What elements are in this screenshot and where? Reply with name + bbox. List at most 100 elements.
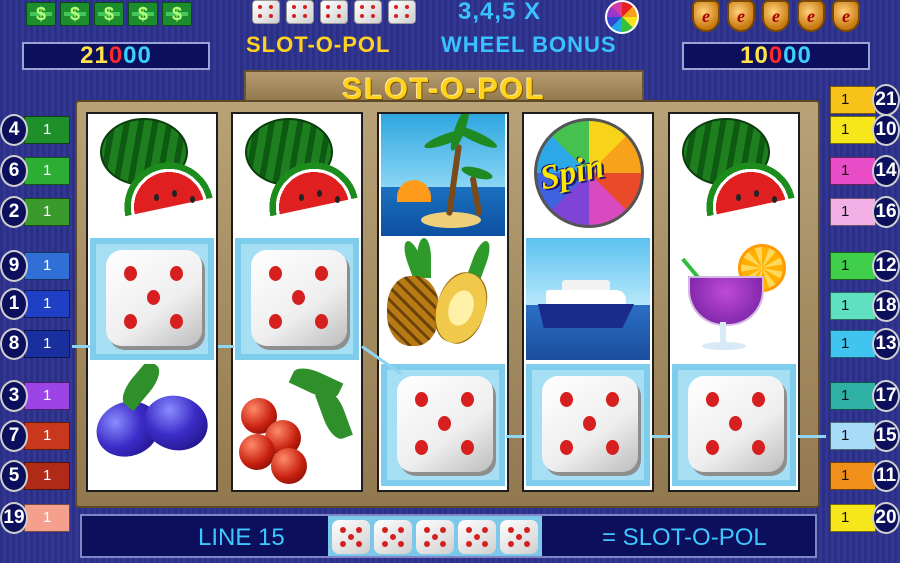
line-bet: 1 [24, 422, 70, 450]
money-icon: $ [60, 2, 90, 26]
dice-icon [332, 520, 370, 554]
money-icon: $ [26, 2, 56, 26]
line-indicator-1[interactable]: 1 1 [0, 288, 74, 320]
reel-2[interactable] [231, 112, 363, 492]
line-number: 5 [0, 460, 28, 492]
dice-icon [458, 520, 496, 554]
line-number: 6 [0, 155, 28, 187]
dice-icon [286, 0, 314, 24]
symbol-spin-wheel: Spin [526, 114, 650, 236]
line-indicator-18[interactable]: 1 18 [826, 290, 900, 322]
line-bet: 1 [24, 290, 70, 318]
line-number: 18 [872, 290, 900, 322]
money-icon: $ [162, 2, 192, 26]
bonus-shield-icon: e [832, 0, 860, 32]
line-indicator-11[interactable]: 1 11 [826, 460, 900, 492]
symbol-watermelon [235, 114, 359, 236]
reel-5[interactable] [668, 112, 800, 492]
win-label: = SLOT-O-POL [602, 524, 767, 551]
wheel-bonus-label: WHEEL BONUS [441, 32, 617, 57]
line-indicator-16[interactable]: 1 16 [826, 196, 900, 228]
symbol-dice [235, 238, 359, 360]
line-bet: 1 [830, 198, 876, 226]
line-indicator-4[interactable]: 1 4 [0, 114, 74, 146]
line-number: 10 [872, 114, 900, 146]
symbol-cruise-ship [526, 238, 650, 360]
line-bet: 1 [830, 462, 876, 490]
line-indicator-15[interactable]: 1 15 [826, 420, 900, 452]
line-indicator-17[interactable]: 1 17 [826, 380, 900, 412]
symbol-pineapple [381, 238, 505, 360]
line-indicator-13[interactable]: 1 13 [826, 328, 900, 360]
line-indicator-21[interactable]: 1 21 [826, 84, 900, 116]
multiplier-text: 3,4,5 X [458, 0, 542, 25]
line-indicator-9[interactable]: 1 9 [0, 250, 74, 282]
line-number: 13 [872, 328, 900, 360]
credit-counter: 21000 [22, 42, 210, 70]
line-number: 17 [872, 380, 900, 412]
bonus-shield-icon: e [797, 0, 825, 32]
symbol-palm-island [381, 114, 505, 236]
line-indicator-3[interactable]: 1 3 [0, 380, 74, 412]
symbol-dice [90, 238, 214, 360]
line-number: 11 [872, 460, 900, 492]
line-bet: 1 [24, 157, 70, 185]
line-bet: 1 [830, 422, 876, 450]
symbol-plum [90, 364, 214, 486]
line-number: 19 [0, 502, 28, 534]
symbol-dice [672, 364, 796, 486]
line-indicator-12[interactable]: 1 12 [826, 250, 900, 282]
line-indicator-14[interactable]: 1 14 [826, 155, 900, 187]
line-bet: 1 [830, 86, 876, 114]
money-icon: $ [94, 2, 124, 26]
line-indicator-2[interactable]: 1 2 [0, 196, 74, 228]
line-indicator-7[interactable]: 1 7 [0, 420, 74, 452]
line-number: 2 [0, 196, 28, 228]
line-bet: 1 [24, 330, 70, 358]
reel-3[interactable] [377, 112, 509, 492]
dice-icon [252, 0, 280, 24]
line-indicator-19[interactable]: 1 19 [0, 502, 74, 534]
bonus-shield-icon: e [762, 0, 790, 32]
winning-dice-strip [328, 516, 542, 556]
bonus-shield-icon: e [692, 0, 720, 32]
win-status-bar: LINE 15 = SLOT-O-POL [80, 514, 817, 558]
slot-o-pol-label: SLOT-O-POL [246, 32, 391, 57]
line-bet: 1 [24, 252, 70, 280]
dice-icon [500, 520, 538, 554]
line-number: 21 [872, 84, 900, 116]
line-indicator-8[interactable]: 1 8 [0, 328, 74, 360]
line-indicator-5[interactable]: 1 5 [0, 460, 74, 492]
dice-icon [320, 0, 348, 24]
line-indicator-6[interactable]: 1 6 [0, 155, 74, 187]
line-bet: 1 [830, 504, 876, 532]
bonus-shield-icon: e [727, 0, 755, 32]
line-bet: 1 [830, 252, 876, 280]
line-indicator-20[interactable]: 1 20 [826, 502, 900, 534]
line-number: 12 [872, 250, 900, 282]
line-bet: 1 [830, 382, 876, 410]
bet-counter: 10000 [682, 42, 870, 70]
dice-icon [354, 0, 382, 24]
dice-icon [388, 0, 416, 24]
line-number: 7 [0, 420, 28, 452]
line-bet: 1 [24, 504, 70, 532]
line-indicator-10[interactable]: 1 10 [826, 114, 900, 146]
money-icon: $ [128, 2, 158, 26]
line-number: 4 [0, 114, 28, 146]
line-bet: 1 [24, 116, 70, 144]
symbol-dice [381, 364, 505, 486]
line-bet: 1 [830, 116, 876, 144]
line-bet: 1 [830, 292, 876, 320]
line-number: 20 [872, 502, 900, 534]
reel-4[interactable]: Spin [522, 112, 654, 492]
line-bet: 1 [830, 157, 876, 185]
wheel-icon [605, 0, 639, 34]
line-number: 9 [0, 250, 28, 282]
line-number: 16 [872, 196, 900, 228]
reel-1[interactable] [86, 112, 218, 492]
line-number: 3 [0, 380, 28, 412]
line-bet: 1 [830, 330, 876, 358]
line-bet: 1 [24, 382, 70, 410]
line-bet: 1 [24, 198, 70, 226]
